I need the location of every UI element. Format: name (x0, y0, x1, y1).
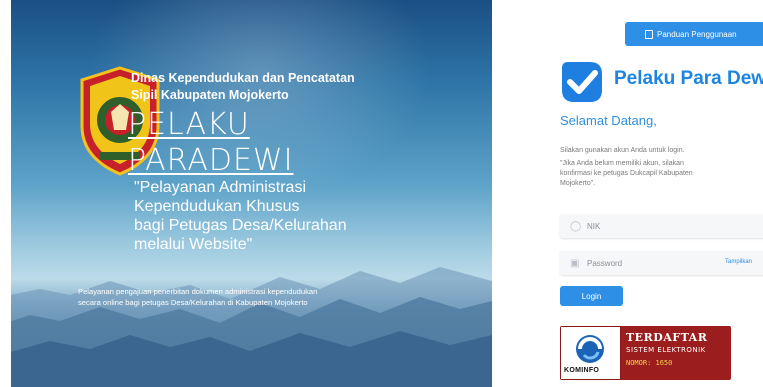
hero-panel: Dinas Kependudukan dan Pencatatan Sipil … (0, 0, 492, 387)
tagline-line-1: "Pelayanan Administrasi (134, 179, 306, 196)
nik-input[interactable] (587, 214, 737, 238)
show-password-link[interactable]: Tampilkan (725, 259, 752, 265)
service-description: Pelayanan pengajuan penerbitan dokumen a… (78, 286, 398, 308)
book-icon (645, 29, 653, 39)
left-border (0, 0, 11, 387)
badge-system-text: SISTEM ELEKTRONIK (626, 346, 706, 354)
checkmark-badge-icon (562, 62, 602, 102)
brand-name: Pelaku Para Dewi (614, 68, 763, 89)
account-note-line-2: konfirmasi ke petugas Dukcapil Kabupaten (560, 170, 693, 177)
agency-line-1: Dinas Kependudukan dan Pencatatan (131, 71, 355, 85)
tagline-line-3: bagi Petugas Desa/Kelurahan (134, 217, 347, 234)
agency-name: Dinas Kependudukan dan Pencatatan Sipil … (131, 70, 411, 104)
user-guide-button[interactable]: Panduan Penggunaan (625, 22, 763, 46)
app-title-line-2: PARADEWI (128, 143, 294, 178)
password-field: ▣ Tampilkan (560, 251, 763, 275)
description-line-1: Pelayanan pengajuan penerbitan dokumen a… (78, 287, 318, 296)
kominfo-logo-panel: KOMINFO (560, 326, 621, 380)
app-title-line-1: PELAKU (128, 107, 250, 142)
user-icon: ◯ (570, 220, 582, 232)
account-note-line-1: "Jika Anda belum memiliki akun, silakan (560, 160, 684, 167)
password-input[interactable] (587, 251, 737, 275)
account-note-line-3: Mojokerto". (560, 180, 596, 187)
welcome-heading: Selamat Datang, (560, 113, 657, 128)
badge-number-text: NOMOR: 1650 (626, 359, 673, 367)
kominfo-registration-badge[interactable]: KOMINFO TERDAFTAR SISTEM ELEKTRONIK NOMO… (560, 326, 731, 380)
lock-icon: ▣ (570, 257, 580, 269)
tagline-line-2: Kependudukan Khusus (134, 198, 300, 215)
login-instruction: Silakan gunakan akun Anda untuk login. (560, 147, 685, 154)
mountain-silhouette (0, 267, 492, 387)
agency-line-2: Sipil Kabupaten Mojokerto (131, 88, 289, 102)
kominfo-logo-icon (576, 335, 604, 363)
account-note: "Jika Anda belum memiliki akun, silakan … (560, 159, 693, 189)
user-guide-label: Panduan Penggunaan (657, 29, 737, 39)
kominfo-label: KOMINFO (564, 367, 600, 374)
nik-field: ◯ (560, 214, 763, 238)
badge-registered-text: TERDAFTAR (626, 331, 708, 344)
login-button[interactable]: Login (560, 286, 623, 306)
tagline: "Pelayanan Administrasi Kependudukan Khu… (134, 178, 394, 254)
tagline-line-4: melalui Website" (134, 236, 253, 253)
description-line-2: secara online bagi petugas Desa/Keluraha… (78, 298, 308, 307)
